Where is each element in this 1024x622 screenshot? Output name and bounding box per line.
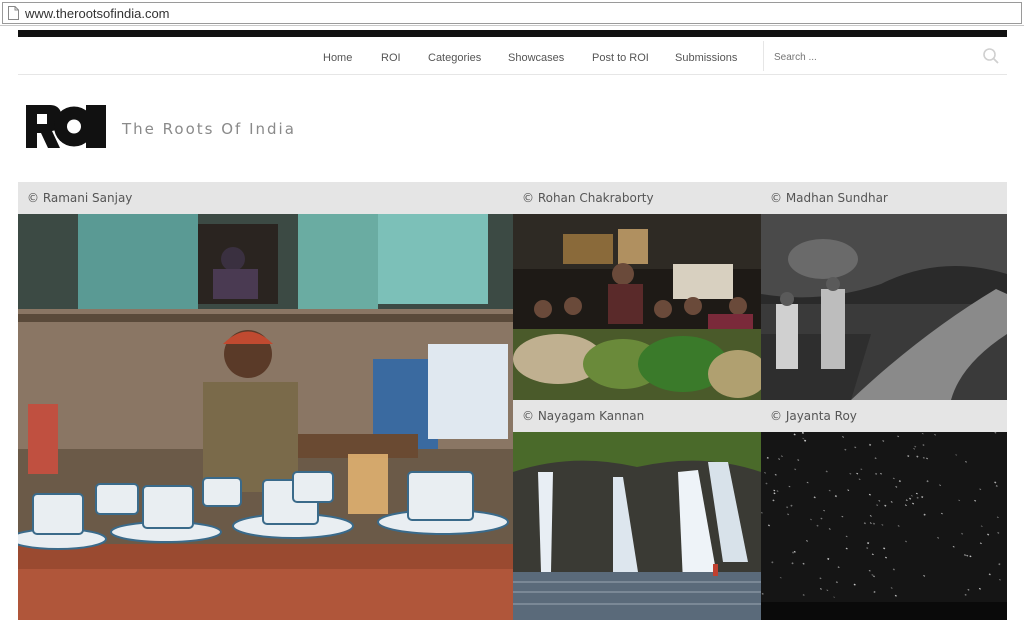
photo-road-women[interactable] (761, 214, 1007, 400)
nav-item-home[interactable]: Home (323, 52, 352, 64)
browser-address-bar: www.therootsofindia.com (0, 0, 1024, 26)
nav-item-roi[interactable]: ROI (381, 52, 401, 64)
photo-market-women[interactable] (513, 214, 761, 400)
tile-credit-ramani-sanjay: © Ramani Sanjay (18, 182, 513, 214)
photo-waterfall[interactable] (513, 432, 761, 620)
search-icon[interactable] (982, 47, 1000, 65)
page-icon (8, 6, 19, 20)
url-field[interactable]: www.therootsofindia.com (2, 2, 1022, 24)
top-black-bar (18, 30, 1007, 37)
nav-item-showcases[interactable]: Showcases (508, 52, 564, 64)
photo-night-sky[interactable] (761, 432, 1007, 620)
search-box (763, 41, 1007, 71)
site-title: The Roots Of India (122, 120, 296, 138)
photo-chai-vendor[interactable] (18, 214, 513, 620)
search-input[interactable] (772, 47, 976, 67)
tile-credit-rohan-chakraborty: © Rohan Chakraborty (513, 182, 761, 214)
nav-item-categories[interactable]: Categories (428, 52, 481, 64)
tile-credit-madhan-sundhar: © Madhan Sundhar (761, 182, 1007, 214)
url-text: www.therootsofindia.com (25, 6, 170, 21)
nav-item-submissions[interactable]: Submissions (675, 52, 737, 64)
tile-credit-jayanta-roy: © Jayanta Roy (761, 400, 1007, 432)
tile-credit-nayagam-kannan: © Nayagam Kannan (513, 400, 761, 432)
site-logo[interactable] (26, 105, 106, 148)
main-navigation: Home ROI Categories Showcases Post to RO… (18, 37, 1007, 75)
nav-item-post-to-roi[interactable]: Post to ROI (592, 52, 649, 64)
